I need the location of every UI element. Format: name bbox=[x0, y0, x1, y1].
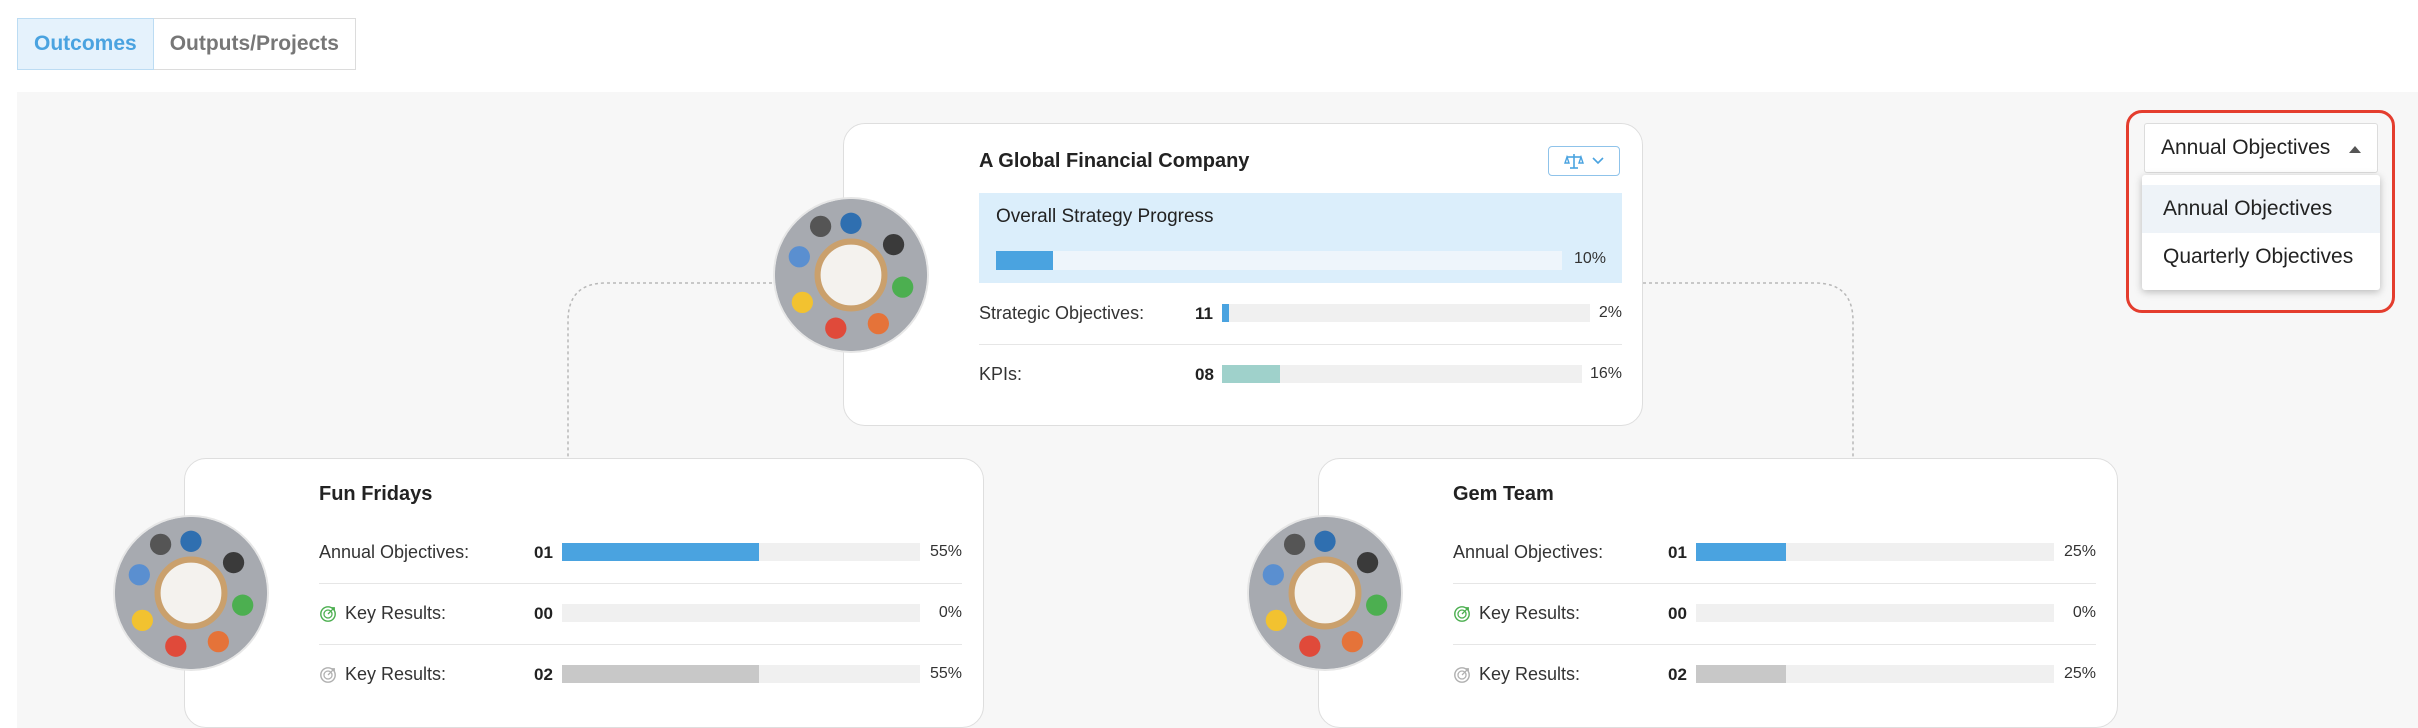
team-1-row-divider bbox=[319, 582, 962, 584]
root-row-label-text: Strategic Objectives: bbox=[979, 303, 1145, 323]
team-1-row-percent: 0% bbox=[938, 604, 962, 621]
team-2-row-divider bbox=[1453, 643, 2096, 645]
view-tabs: Outcomes Outputs/Projects bbox=[17, 18, 356, 70]
team-1-row-track bbox=[562, 604, 920, 622]
team-2-row-percent: 0% bbox=[2072, 604, 2096, 621]
team-1-title: Fun Fridays bbox=[319, 483, 433, 505]
target-gray-icon bbox=[1454, 666, 1470, 683]
team-1-row-label-text: Key Results: bbox=[345, 664, 447, 684]
team-2-row-count: 00 bbox=[1668, 604, 1687, 623]
team-2-row-count: 01 bbox=[1668, 543, 1687, 562]
team-1-row-label-text: Annual Objectives: bbox=[319, 542, 470, 562]
root-team-avatar bbox=[775, 199, 927, 351]
team-2-row-label-text: Key Results: bbox=[1479, 664, 1581, 684]
root-org-title: A Global Financial Company bbox=[979, 150, 1250, 172]
root-row-fill bbox=[1222, 304, 1230, 322]
tab-outcomes[interactable]: Outcomes bbox=[17, 18, 154, 70]
team-1-card[interactable] bbox=[184, 458, 984, 728]
team-2-row-track bbox=[1696, 604, 2054, 622]
team-2-avatar bbox=[1249, 517, 1401, 669]
root-row-fill bbox=[1222, 365, 1280, 383]
overall-progress-track bbox=[996, 251, 1562, 270]
team-2-row-label-text: Key Results: bbox=[1479, 603, 1581, 623]
team-2-row-percent: 25% bbox=[2063, 665, 2096, 682]
team-1-row-fill bbox=[562, 543, 759, 561]
team-1-row-divider bbox=[319, 643, 962, 645]
objective-level-menu: Annual Objectives Quarterly Objectives bbox=[2142, 175, 2380, 290]
root-row-divider bbox=[979, 343, 1622, 345]
team-2-row-count: 02 bbox=[1668, 665, 1687, 684]
root-row-label: KPIs: bbox=[979, 364, 1022, 385]
team-1-row-track bbox=[562, 665, 920, 683]
root-row-count: 11 bbox=[1195, 304, 1213, 323]
target-gray-icon bbox=[320, 666, 336, 683]
team-1-row-count: 01 bbox=[534, 543, 553, 562]
target-green-icon bbox=[1454, 605, 1470, 622]
root-row-label: Strategic Objectives: bbox=[979, 303, 1144, 324]
root-row-label-text: KPIs: bbox=[979, 364, 1023, 384]
weight-filter-button[interactable] bbox=[1548, 146, 1620, 176]
tab-outputs-projects[interactable]: Outputs/Projects bbox=[153, 18, 356, 70]
scale-filter-icon bbox=[1564, 154, 1584, 169]
root-row-track bbox=[1222, 304, 1590, 322]
overall-progress-label: Overall Strategy Progress bbox=[996, 206, 1214, 227]
option-quarterly-objectives[interactable]: Quarterly Objectives bbox=[2142, 233, 2380, 281]
objective-level-selected: Annual Objectives bbox=[2161, 136, 2331, 159]
overall-progress-fill bbox=[996, 251, 1053, 270]
team-2-row-label: Key Results: bbox=[1453, 603, 1580, 624]
team-1-row-percent: 55% bbox=[929, 543, 962, 560]
overall-progress-percent: 10% bbox=[1573, 250, 1606, 267]
objective-level-select[interactable]: Annual Objectives bbox=[2144, 123, 2378, 173]
team-1-row-count: 02 bbox=[534, 665, 553, 684]
team-1-row-label: Key Results: bbox=[319, 603, 446, 624]
team-1-row-label: Key Results: bbox=[319, 664, 446, 685]
team-2-row-fill bbox=[1696, 543, 1786, 561]
chevron-down-icon bbox=[1592, 157, 1604, 165]
team-1-row-track bbox=[562, 543, 920, 561]
root-row-track bbox=[1222, 365, 1582, 383]
team-2-row-track bbox=[1696, 543, 2054, 561]
team-2-row-track bbox=[1696, 665, 2054, 683]
root-row-count: 08 bbox=[1195, 365, 1214, 384]
team-1-row-count: 00 bbox=[534, 604, 553, 623]
team-2-row-divider bbox=[1453, 582, 2096, 584]
caret-up-icon bbox=[2349, 146, 2361, 153]
team-2-row-label-text: Annual Objectives: bbox=[1453, 542, 1604, 562]
team-1-avatar bbox=[115, 517, 267, 669]
team-2-row-fill bbox=[1696, 665, 1786, 683]
team-1-row-fill bbox=[562, 665, 759, 683]
team-2-row-label: Key Results: bbox=[1453, 664, 1580, 685]
team-2-row-percent: 25% bbox=[2063, 543, 2096, 560]
team-1-row-label: Annual Objectives: bbox=[319, 542, 469, 563]
root-row-percent: 16% bbox=[1589, 365, 1622, 382]
team-1-row-percent: 55% bbox=[929, 665, 962, 682]
team-1-row-label-text: Key Results: bbox=[345, 603, 447, 623]
root-row-percent: 2% bbox=[1598, 304, 1622, 321]
option-annual-objectives[interactable]: Annual Objectives bbox=[2142, 185, 2380, 233]
team-2-row-label: Annual Objectives: bbox=[1453, 542, 1603, 563]
target-green-icon bbox=[320, 605, 336, 622]
team-2-title: Gem Team bbox=[1453, 483, 1554, 505]
team-2-card[interactable] bbox=[1318, 458, 2118, 728]
